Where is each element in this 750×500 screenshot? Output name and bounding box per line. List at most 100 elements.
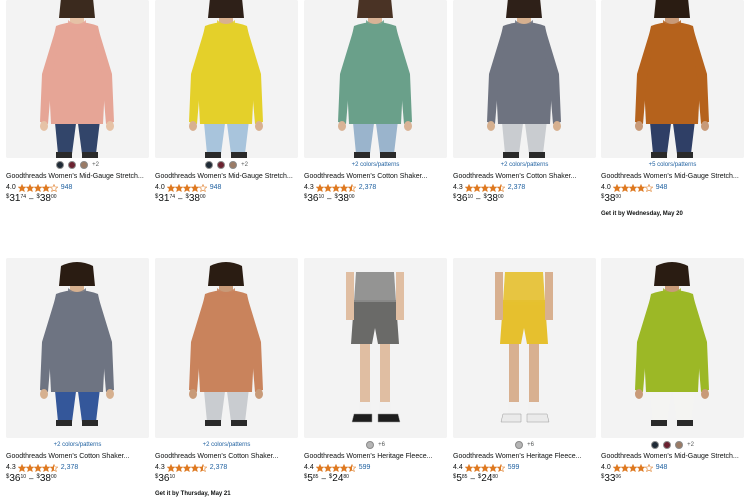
star-icon	[620, 463, 629, 472]
product-title[interactable]: Goodthreads Women's Mid-Gauge Stretch...	[601, 172, 744, 182]
star-icon	[198, 463, 207, 472]
price-range-dash: –	[178, 194, 183, 203]
price-row[interactable]: $5 85– $24 80	[304, 473, 447, 487]
more-colors-count[interactable]: +2	[92, 162, 99, 168]
star-icon	[488, 183, 497, 192]
product-image[interactable]	[155, 0, 298, 158]
star-rating[interactable]	[464, 463, 505, 472]
product-title[interactable]: Goodthreads Women's Cotton Shaker...	[6, 452, 149, 462]
color-swatch[interactable]	[675, 441, 684, 449]
review-count[interactable]: 2,378	[359, 184, 377, 191]
price: $36 10	[304, 193, 324, 204]
color-swatch[interactable]	[229, 161, 238, 169]
product-details: +2 colors/patterns Goodthreads Women's Co…	[453, 159, 596, 207]
color-swatch[interactable]	[217, 161, 226, 169]
price: $38 00	[36, 193, 56, 204]
star-rating[interactable]	[166, 463, 207, 472]
price: $31 74	[6, 193, 26, 204]
product-title[interactable]: Goodthreads Women's Cotton Shaker...	[155, 452, 298, 462]
price-range-dash: –	[29, 474, 34, 483]
product-title[interactable]: Goodthreads Women's Mid-Gauge Stretch...	[155, 172, 298, 182]
product-title[interactable]: Goodthreads Women's Heritage Fleece...	[453, 452, 596, 462]
review-count[interactable]: 599	[508, 464, 520, 471]
price-range-dash: –	[470, 474, 475, 483]
review-count[interactable]: 599	[359, 464, 371, 471]
color-swatch[interactable]	[68, 161, 77, 169]
colors-patterns-link[interactable]: +2 colors/patterns	[6, 439, 149, 451]
price-row[interactable]: $36 10– $38 00	[6, 473, 149, 487]
price-range-dash: –	[29, 194, 34, 203]
colors-patterns-link[interactable]: +5 colors/patterns	[601, 159, 744, 171]
colors-patterns-link[interactable]: +2 colors/patterns	[155, 439, 298, 451]
product-image[interactable]	[453, 258, 596, 438]
product-title[interactable]: Goodthreads Women's Heritage Fleece...	[304, 452, 447, 462]
product-image[interactable]	[601, 0, 744, 158]
star-icon	[472, 183, 481, 192]
price-row[interactable]: $5 85– $24 80	[453, 473, 596, 487]
color-swatch[interactable]	[205, 161, 214, 169]
rating-value: 4.0	[601, 184, 611, 191]
review-count[interactable]: 2,378	[508, 184, 526, 191]
price-fraction: 06	[615, 474, 622, 480]
star-icon	[25, 183, 34, 192]
price-row[interactable]: $36 10	[155, 473, 298, 487]
rating-row: 4.3 2,378	[155, 462, 298, 473]
rating-value: 4.4	[304, 464, 314, 471]
product-image[interactable]	[453, 0, 596, 158]
more-colors-count[interactable]: +2	[241, 162, 248, 168]
color-swatch[interactable]	[651, 441, 660, 449]
product-title[interactable]: Goodthreads Women's Mid-Gauge Stretch...	[6, 172, 149, 182]
rating-value: 4.3	[453, 184, 463, 191]
product-details: +2 Goodthreads Women's Mid-Gauge Stretch.…	[155, 159, 298, 207]
star-icon	[174, 183, 183, 192]
star-rating[interactable]	[166, 183, 207, 192]
product-title[interactable]: Goodthreads Women's Cotton Shaker...	[304, 172, 447, 182]
review-count[interactable]: 948	[61, 184, 73, 191]
more-colors-count[interactable]: +6	[378, 442, 385, 448]
color-swatches: +2	[6, 159, 149, 171]
color-swatches: +2	[155, 159, 298, 171]
more-colors-count[interactable]: +2	[687, 442, 694, 448]
product-image[interactable]	[155, 258, 298, 438]
color-swatch[interactable]	[56, 161, 65, 169]
color-swatch[interactable]	[515, 441, 524, 449]
star-rating[interactable]	[315, 183, 356, 192]
product-image[interactable]	[6, 258, 149, 438]
product-title[interactable]: Goodthreads Women's Cotton Shaker...	[453, 172, 596, 182]
product-image[interactable]	[6, 0, 149, 158]
product-image[interactable]	[304, 258, 447, 438]
review-count[interactable]: 2,378	[61, 464, 79, 471]
product-image[interactable]	[601, 258, 744, 438]
review-count[interactable]: 948	[210, 184, 222, 191]
star-icon	[628, 183, 637, 192]
color-swatch[interactable]	[366, 441, 375, 449]
color-swatch[interactable]	[663, 441, 672, 449]
price-row[interactable]: $31 74– $38 00	[6, 193, 149, 207]
price-row[interactable]: $31 74– $38 00	[155, 193, 298, 207]
star-rating[interactable]	[17, 463, 58, 472]
star-rating[interactable]	[17, 183, 58, 192]
review-count[interactable]: 2,378	[210, 464, 228, 471]
review-count[interactable]: 948	[656, 464, 668, 471]
colors-patterns-link[interactable]: +2 colors/patterns	[453, 159, 596, 171]
star-rating[interactable]	[315, 463, 356, 472]
price-row[interactable]: $36 10– $38 00	[304, 193, 447, 207]
colors-patterns-link[interactable]: +2 colors/patterns	[304, 159, 447, 171]
color-swatch[interactable]	[80, 161, 89, 169]
star-icon	[25, 463, 34, 472]
review-count[interactable]: 948	[656, 184, 668, 191]
price-whole: 31	[158, 193, 170, 204]
price-row[interactable]: $33 06	[601, 473, 744, 487]
star-icon	[323, 463, 332, 472]
price-row[interactable]: $38 00	[601, 193, 744, 207]
star-rating[interactable]	[612, 463, 653, 472]
product-title[interactable]: Goodthreads Women's Mid-Gauge Stretch...	[601, 452, 744, 462]
star-rating[interactable]	[612, 183, 653, 192]
star-rating[interactable]	[464, 183, 505, 192]
more-colors-count[interactable]: +6	[527, 442, 534, 448]
price-row[interactable]: $36 10– $38 00	[453, 193, 596, 207]
price: $33 06	[601, 473, 621, 484]
rating-row: 4.4 599	[453, 462, 596, 473]
product-image[interactable]	[304, 0, 447, 158]
star-icon	[33, 183, 42, 192]
